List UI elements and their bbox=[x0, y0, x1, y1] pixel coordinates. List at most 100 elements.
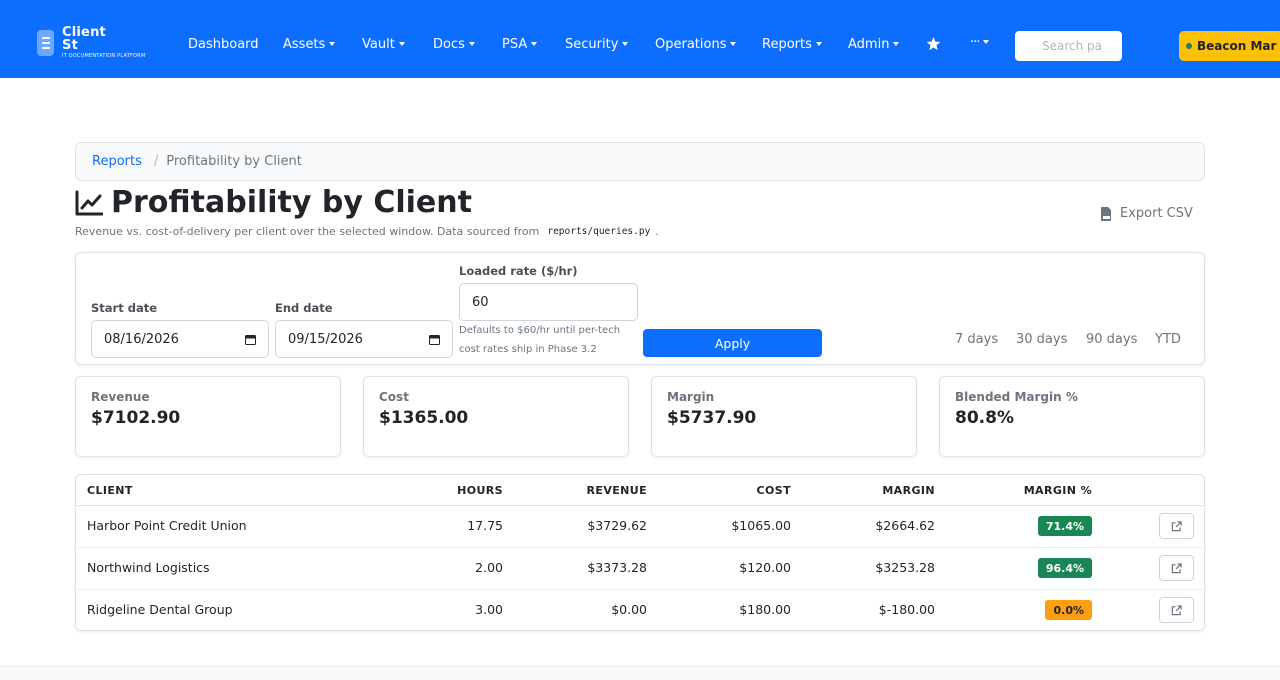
open-client-button[interactable] bbox=[1159, 555, 1194, 581]
client-selector[interactable]: Beacon Mar bbox=[1179, 31, 1280, 61]
nav-psa[interactable]: PSA bbox=[502, 37, 538, 52]
open-client-button[interactable] bbox=[1159, 513, 1194, 539]
preset-90-days[interactable]: 90 days bbox=[1086, 332, 1137, 347]
metric-value: $1365.00 bbox=[379, 408, 469, 428]
table-row[interactable]: Ridgeline Dental Group 3.00 $0.00 $180.0… bbox=[76, 590, 1204, 630]
chevron-down-icon bbox=[622, 42, 629, 46]
table-row[interactable]: Harbor Point Credit Union 17.75 $3729.62… bbox=[76, 506, 1204, 548]
export-csv-label: Export CSV bbox=[1120, 206, 1193, 221]
cell-hours: 2.00 bbox=[475, 560, 503, 575]
chevron-down-icon bbox=[531, 42, 538, 46]
nav-vault[interactable]: Vault bbox=[362, 37, 405, 52]
column-header-cost: COST bbox=[756, 484, 791, 497]
chart-line-icon bbox=[75, 190, 103, 216]
margin-pct-badge: 96.4% bbox=[1037, 558, 1092, 578]
subtitle-code: reports/queries.py bbox=[547, 226, 651, 237]
nav-dashboard[interactable]: Dashboard bbox=[188, 37, 259, 52]
metric-label: Blended Margin % bbox=[955, 390, 1078, 404]
nav-docs[interactable]: Docs bbox=[433, 37, 475, 52]
filter-card: Start date 08/16/2026 End date 09/15/202… bbox=[75, 252, 1205, 365]
cell-margin: $-180.00 bbox=[878, 602, 935, 617]
calendar-icon[interactable] bbox=[245, 334, 256, 345]
start-date-label: Start date bbox=[91, 301, 158, 315]
breadcrumb-separator: / bbox=[153, 154, 159, 169]
page-title: Profitability by Client bbox=[111, 185, 472, 220]
loaded-rate-input[interactable]: 60 bbox=[459, 283, 638, 321]
external-link-icon bbox=[1171, 604, 1182, 615]
end-date-label: End date bbox=[275, 301, 333, 315]
metric-revenue-card: Revenue $7102.90 bbox=[75, 376, 341, 457]
cell-revenue: $0.00 bbox=[611, 602, 647, 617]
brand-name: Client St bbox=[62, 25, 106, 53]
more-icon: ··· bbox=[970, 35, 980, 50]
brand[interactable]: Client St IT DOCUMENTATION PLATFORM bbox=[37, 26, 145, 59]
subtitle-text: Revenue vs. cost-of-delivery per client … bbox=[75, 225, 540, 238]
metric-value: $7102.90 bbox=[91, 408, 181, 428]
profitability-table: CLIENT HOURS REVENUE COST MARGIN MARGIN … bbox=[75, 474, 1205, 631]
chevron-down-icon bbox=[983, 40, 990, 44]
start-date-input[interactable]: 08/16/2026 bbox=[91, 320, 269, 358]
page-header: Profitability by Client bbox=[75, 188, 472, 218]
metric-value: 80.8% bbox=[955, 408, 1014, 428]
preset-7-days[interactable]: 7 days bbox=[955, 332, 998, 347]
cell-revenue: $3373.28 bbox=[587, 560, 647, 575]
chevron-down-icon bbox=[398, 42, 405, 46]
nav-assets[interactable]: Assets bbox=[283, 37, 336, 52]
nav-reports-label: Reports bbox=[762, 37, 812, 52]
top-navbar: Client St IT DOCUMENTATION PLATFORM Dash… bbox=[0, 0, 1280, 78]
apply-button[interactable]: Apply bbox=[643, 329, 822, 357]
column-header-revenue: REVENUE bbox=[586, 484, 647, 497]
file-csv-icon bbox=[1101, 206, 1111, 221]
metric-margin-card: Margin $5737.90 bbox=[651, 376, 917, 457]
nav-reports[interactable]: Reports bbox=[762, 37, 822, 52]
subtitle-end: . bbox=[655, 225, 659, 238]
chevron-down-icon bbox=[730, 42, 737, 46]
nav-vault-label: Vault bbox=[362, 37, 395, 52]
loaded-rate-label: Loaded rate ($/hr) bbox=[459, 264, 578, 278]
breadcrumb-current: Profitability by Client bbox=[166, 154, 302, 169]
margin-pct-badge: 0.0% bbox=[1045, 600, 1092, 620]
search-input[interactable] bbox=[1015, 31, 1122, 61]
external-link-icon bbox=[1171, 562, 1182, 573]
metric-value: $5737.90 bbox=[667, 408, 757, 428]
cell-client: Ridgeline Dental Group bbox=[87, 602, 233, 617]
cell-margin: $2664.62 bbox=[875, 518, 935, 533]
cell-cost: $120.00 bbox=[739, 560, 791, 575]
nav-assets-label: Assets bbox=[283, 37, 326, 52]
metric-label: Cost bbox=[379, 390, 409, 404]
status-dot bbox=[1186, 43, 1192, 49]
cell-revenue: $3729.62 bbox=[587, 518, 647, 533]
metric-cost-card: Cost $1365.00 bbox=[363, 376, 629, 457]
preset-30-days[interactable]: 30 days bbox=[1016, 332, 1067, 347]
cell-cost: $180.00 bbox=[739, 602, 791, 617]
external-link-icon bbox=[1171, 520, 1182, 531]
chevron-down-icon bbox=[815, 42, 822, 46]
export-csv-button[interactable]: Export CSV bbox=[1100, 206, 1193, 221]
cell-margin: $3253.28 bbox=[875, 560, 935, 575]
calendar-icon[interactable] bbox=[429, 334, 440, 345]
start-date-value: 08/16/2026 bbox=[104, 331, 179, 347]
nav-admin[interactable]: Admin bbox=[848, 37, 900, 52]
column-header-client: CLIENT bbox=[87, 484, 133, 497]
page-subtitle: Revenue vs. cost-of-delivery per client … bbox=[75, 225, 659, 238]
cell-hours: 3.00 bbox=[475, 602, 503, 617]
loaded-rate-help: Defaults to $60/hr until per-tech cost r… bbox=[459, 325, 621, 355]
cell-client: Northwind Logistics bbox=[87, 560, 210, 575]
cell-hours: 17.75 bbox=[467, 518, 503, 533]
metric-label: Revenue bbox=[91, 390, 150, 404]
brand-logo-icon bbox=[37, 29, 54, 56]
open-client-button[interactable] bbox=[1159, 597, 1194, 623]
nav-security[interactable]: Security bbox=[565, 37, 629, 52]
metric-label: Margin bbox=[667, 390, 715, 404]
star-icon[interactable] bbox=[926, 37, 941, 54]
breadcrumb-reports-link[interactable]: Reports bbox=[92, 154, 142, 169]
preset-ytd[interactable]: YTD bbox=[1155, 332, 1181, 347]
table-row[interactable]: Northwind Logistics 2.00 $3373.28 $120.0… bbox=[76, 548, 1204, 590]
nav-more[interactable]: ··· bbox=[970, 35, 990, 50]
end-date-input[interactable]: 09/15/2026 bbox=[275, 320, 453, 358]
nav-admin-label: Admin bbox=[848, 37, 890, 52]
nav-operations[interactable]: Operations bbox=[655, 37, 737, 52]
breadcrumb: Reports / Profitability by Client bbox=[75, 142, 1205, 181]
nav-operations-label: Operations bbox=[655, 37, 727, 52]
cell-cost: $1065.00 bbox=[731, 518, 791, 533]
